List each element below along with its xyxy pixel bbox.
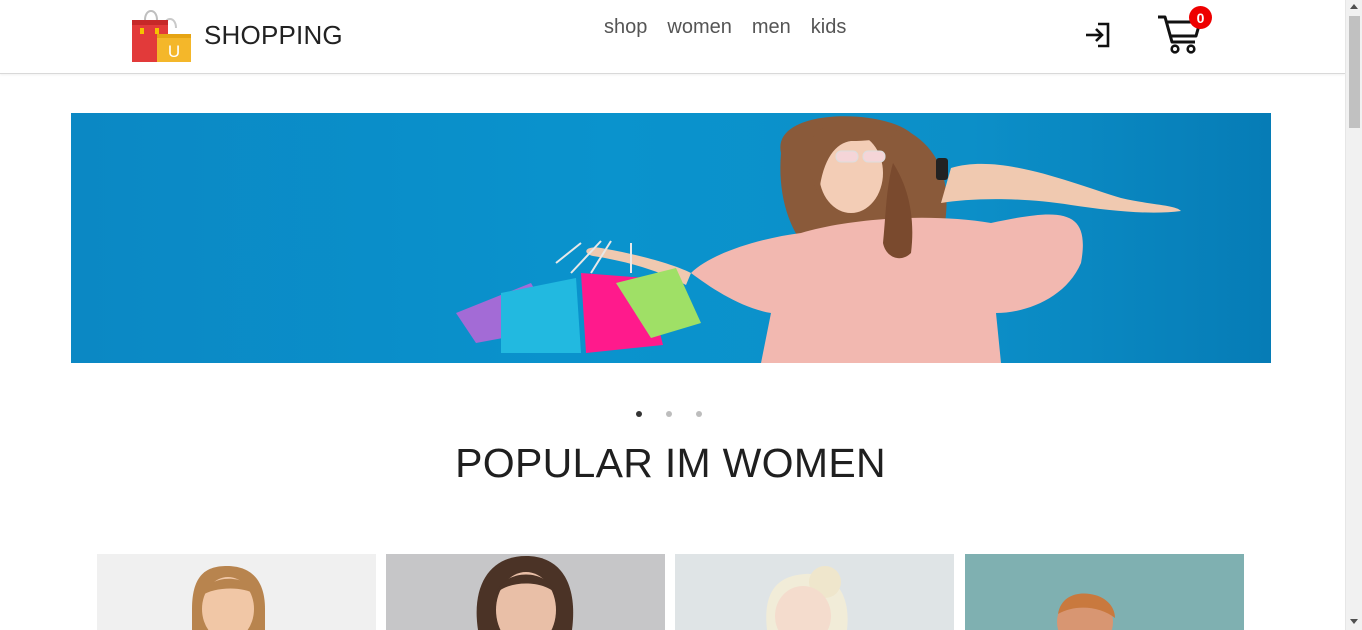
- product-card[interactable]: [675, 554, 954, 630]
- nav-link-kids[interactable]: kids: [811, 16, 847, 38]
- scroll-down-arrow-icon[interactable]: [1350, 619, 1358, 624]
- page-scrollbar[interactable]: [1345, 0, 1362, 630]
- scroll-up-arrow-icon[interactable]: [1350, 4, 1358, 9]
- product-card[interactable]: [386, 554, 665, 630]
- hero-carousel[interactable]: [71, 113, 1271, 363]
- hero-slide-image: [456, 116, 1181, 363]
- cart-count-badge: 0: [1189, 6, 1212, 29]
- carousel-dot-3[interactable]: [696, 411, 702, 417]
- product-card[interactable]: [965, 554, 1244, 630]
- login-button[interactable]: [1083, 20, 1113, 50]
- product-image: [97, 554, 376, 630]
- brand-name: SHOPPING: [204, 19, 343, 50]
- scrollbar-thumb[interactable]: [1349, 16, 1360, 128]
- section-title: POPULAR IM WOMEN: [455, 440, 886, 486]
- shopping-bag-icon: U: [132, 10, 191, 62]
- carousel-dot-1[interactable]: [636, 411, 642, 417]
- carousel-indicators: [636, 411, 726, 417]
- brand-link[interactable]: U SHOPPING: [131, 6, 343, 64]
- login-icon: [1086, 22, 1110, 48]
- nav-link-shop[interactable]: shop: [604, 16, 647, 38]
- product-image: [965, 554, 1244, 630]
- carousel-dot-2[interactable]: [666, 411, 672, 417]
- site-header: U SHOPPING shop women men kids 0: [0, 0, 1345, 74]
- product-image: [675, 554, 954, 630]
- nav-link-men[interactable]: men: [752, 16, 791, 38]
- nav-link-women[interactable]: women: [667, 16, 731, 38]
- logo-letter: U: [168, 42, 180, 61]
- main-nav: shop women men kids: [604, 16, 866, 38]
- product-card[interactable]: [97, 554, 376, 630]
- product-image: [386, 554, 665, 630]
